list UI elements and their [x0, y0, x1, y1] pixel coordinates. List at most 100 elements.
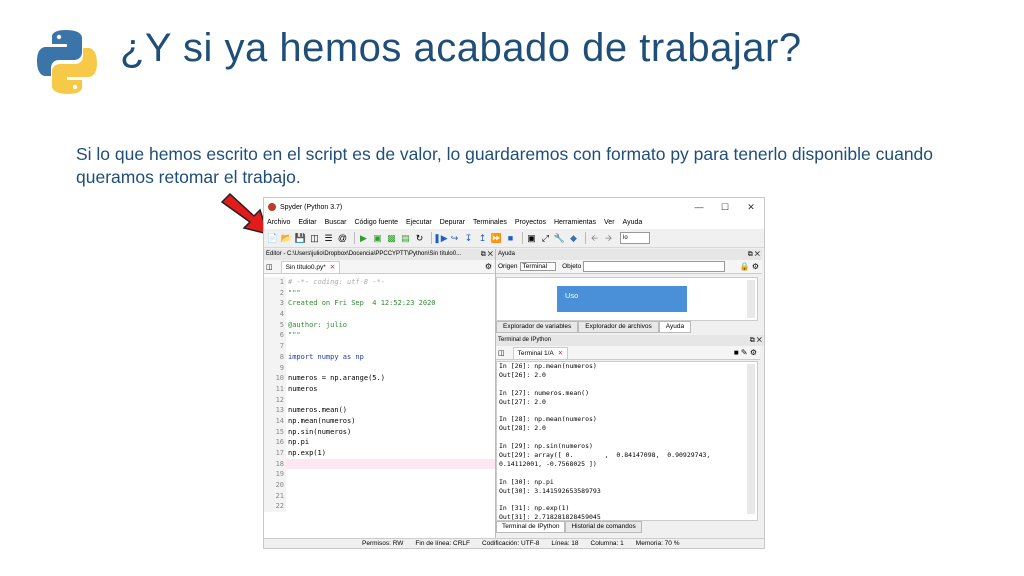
- pane-options-icon[interactable]: ⧉ ✕: [481, 249, 493, 260]
- code-line: 22: [264, 501, 495, 513]
- window-titlebar: Spyder (Python 3.7) — ☐ ✕: [264, 198, 764, 216]
- menu-ayuda[interactable]: Ayuda: [623, 219, 643, 226]
- code-line: 11 numeros: [264, 383, 495, 395]
- console-bottom-tabs: Terminal de IPython Historial de comando…: [496, 521, 642, 533]
- console-line: In [26]: np.mean(numeros): [499, 362, 597, 370]
- code-area[interactable]: 1 # -*- coding: utf-8 -*- 2 """ 3 Created on …: [264, 277, 495, 513]
- console-line: In [28]: np.mean(numeros): [499, 415, 597, 424]
- menu-herramientas[interactable]: Herramientas: [554, 219, 596, 226]
- save-icon[interactable]: 💾: [295, 233, 306, 244]
- fullscreen-icon[interactable]: ⤢: [540, 233, 551, 244]
- editor-tab[interactable]: Sin título0.py* ✕: [280, 260, 341, 273]
- menu-buscar[interactable]: Buscar: [325, 219, 347, 226]
- code-line: 9: [264, 362, 495, 374]
- status-fin-linea: Fin de línea: CRLF: [415, 540, 470, 547]
- code-line: 18: [264, 458, 495, 470]
- stop-icon[interactable]: ■: [505, 233, 516, 244]
- line-number: 17: [264, 448, 286, 459]
- open-folder-icon[interactable]: 📂: [281, 233, 292, 244]
- close-tab-icon[interactable]: ✕: [330, 264, 335, 271]
- list-icon[interactable]: ☰: [323, 233, 334, 244]
- pane-options-icon[interactable]: ⧉ ✕: [750, 335, 762, 346]
- toolbar: 📄 📂 💾 ◫ ☰ @ ▶ ▣ ▩ ▤ ↻ ❚▶ ↪ ↧ ↥ ⏩ ■ ▣ ⤢ 🔧…: [264, 229, 764, 248]
- code-text: Created on Fri Sep 4 12:52:23 2020: [288, 299, 436, 308]
- tab-explorador-variables[interactable]: Explorador de variables: [496, 321, 579, 333]
- line-number: 22: [264, 501, 286, 513]
- tab-terminal-ipython[interactable]: Terminal de IPython: [496, 521, 566, 533]
- console-scrollbar[interactable]: [747, 364, 755, 514]
- lock-gear-icon[interactable]: 🔒 ⚙: [740, 262, 759, 271]
- close-icon[interactable]: ✕: [738, 202, 764, 213]
- console-tab[interactable]: Terminal 1/A ✕: [512, 346, 569, 359]
- step-icon[interactable]: ↪: [449, 233, 460, 244]
- tab-ayuda[interactable]: Ayuda: [658, 321, 692, 333]
- tab-historial[interactable]: Historial de comandos: [565, 521, 642, 533]
- step-return-icon[interactable]: ↥: [477, 233, 488, 244]
- step-into-icon[interactable]: ↧: [463, 233, 474, 244]
- preferences-icon[interactable]: 🔧: [554, 233, 565, 244]
- menu-ver[interactable]: Ver: [604, 219, 615, 226]
- code-line: 15 np.sin(numeros): [264, 426, 495, 438]
- menu-editar[interactable]: Editar: [298, 219, 316, 226]
- objeto-input[interactable]: [583, 261, 726, 272]
- menu-codigo-fuente[interactable]: Código fuente: [354, 219, 398, 226]
- line-number: 2: [264, 287, 286, 299]
- origen-select[interactable]: Terminal: [519, 262, 557, 271]
- run-icon[interactable]: ▶: [358, 233, 369, 244]
- status-codificacion: Codificación: UTF-8: [481, 540, 540, 547]
- minimize-icon[interactable]: —: [686, 202, 712, 213]
- menu-terminales[interactable]: Terminales: [473, 219, 507, 226]
- continue-icon[interactable]: ⏩: [491, 233, 502, 244]
- help-scrollbar[interactable]: [747, 280, 755, 318]
- menu-depurar[interactable]: Depurar: [440, 219, 465, 226]
- console-line: Out[30]: 3.141592653589793: [499, 486, 601, 495]
- ipython-console[interactable]: In [26]: np.mean(numeros) Out[26]: 2.0 In …: [496, 361, 758, 521]
- status-permisos: Permisos: RW: [362, 540, 404, 547]
- console-line: Out[28]: 2.0: [499, 424, 546, 433]
- window-title: Spyder (Python 3.7): [280, 203, 343, 211]
- menu-ejecutar[interactable]: Ejecutar: [406, 219, 432, 226]
- debug-icon[interactable]: ❚▶: [433, 233, 447, 244]
- code-text: @author: julio: [288, 320, 348, 329]
- menu-proyectos[interactable]: Proyectos: [515, 219, 546, 226]
- console-controls-icon[interactable]: ■ ✎ ⚙: [734, 348, 757, 357]
- console-line: In [30]: np.pi: [499, 477, 554, 486]
- close-tab-icon[interactable]: ✕: [558, 350, 563, 357]
- code-line: 1 # -*- coding: utf-8 -*-: [264, 277, 495, 288]
- back-icon[interactable]: 🡨: [589, 233, 600, 244]
- browse-tabs-icon[interactable]: ◫: [498, 349, 505, 357]
- tab-explorador-archivos[interactable]: Explorador de archivos: [578, 321, 659, 333]
- code-text: np.sin(numeros): [288, 427, 352, 436]
- gear-icon[interactable]: ⚙: [485, 262, 492, 271]
- working-dir-combo[interactable]: lo: [620, 232, 650, 244]
- new-file-icon[interactable]: 📄: [267, 233, 278, 244]
- code-line: 8 import numpy as np: [264, 351, 495, 363]
- maximize-icon[interactable]: ☐: [712, 202, 738, 213]
- at-icon[interactable]: @: [337, 233, 348, 244]
- pane-options-icon[interactable]: ⧉ ✕: [748, 249, 760, 260]
- help-toolbar: Origen Terminal Objeto 🔒 ⚙: [496, 260, 762, 274]
- run-selection-icon[interactable]: ▤: [400, 233, 411, 244]
- rerun-icon[interactable]: ↻: [414, 233, 425, 244]
- code-text: numeros = np.arange(5.): [288, 374, 385, 383]
- help-tabs: Explorador de variables Explorador de ar…: [496, 321, 692, 333]
- python-path-icon[interactable]: ◆: [568, 233, 579, 244]
- browse-tabs-icon[interactable]: ◫: [266, 263, 273, 271]
- spyder-window: Spyder (Python 3.7) — ☐ ✕ Archivo Editar…: [263, 197, 765, 549]
- menu-archivo[interactable]: Archivo: [267, 219, 290, 226]
- line-number: 13: [264, 405, 286, 416]
- run-cell-advance-icon[interactable]: ▩: [386, 233, 397, 244]
- line-number: 21: [264, 490, 286, 502]
- run-cell-icon[interactable]: ▣: [372, 233, 383, 244]
- line-number: 8: [264, 351, 286, 363]
- maximize-pane-icon[interactable]: ▣: [526, 233, 537, 244]
- line-number: 16: [264, 437, 286, 448]
- save-all-icon[interactable]: ◫: [309, 233, 320, 244]
- line-number: 20: [264, 480, 286, 491]
- forward-icon[interactable]: 🡪: [603, 233, 614, 244]
- code-line: 2 """: [264, 287, 495, 299]
